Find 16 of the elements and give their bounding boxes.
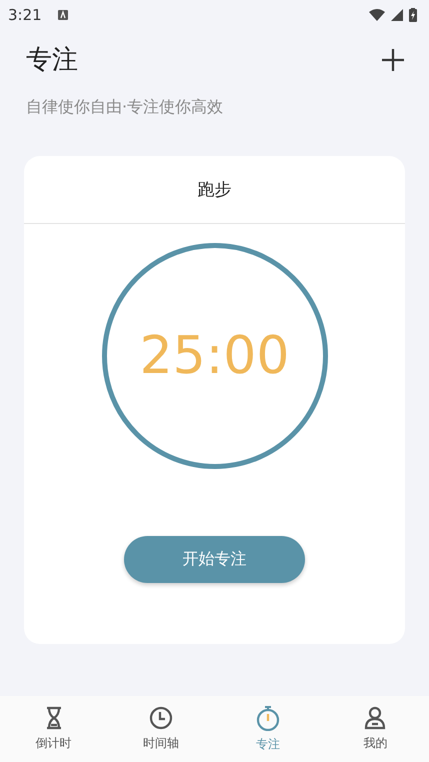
- task-title: 跑步: [198, 179, 232, 201]
- wifi-icon: [369, 9, 385, 21]
- clock-icon: [148, 706, 173, 730]
- stopwatch-icon: [256, 705, 280, 731]
- status-time: 3:21: [8, 6, 42, 24]
- timer-text: 25:00: [140, 326, 290, 386]
- battery-icon: [409, 8, 417, 22]
- add-icon[interactable]: [381, 48, 405, 72]
- nav-tab[interactable]: 我的: [322, 696, 429, 762]
- subtitle: 自律使你自由·专注使你高效: [26, 97, 224, 118]
- person-icon: [363, 706, 388, 730]
- nav-tab[interactable]: 倒计时: [0, 696, 108, 762]
- notification-icon: [58, 10, 68, 20]
- signal-icon: [391, 9, 403, 21]
- nav-tab[interactable]: 时间轴: [107, 696, 214, 762]
- page-title: 专注: [26, 44, 78, 77]
